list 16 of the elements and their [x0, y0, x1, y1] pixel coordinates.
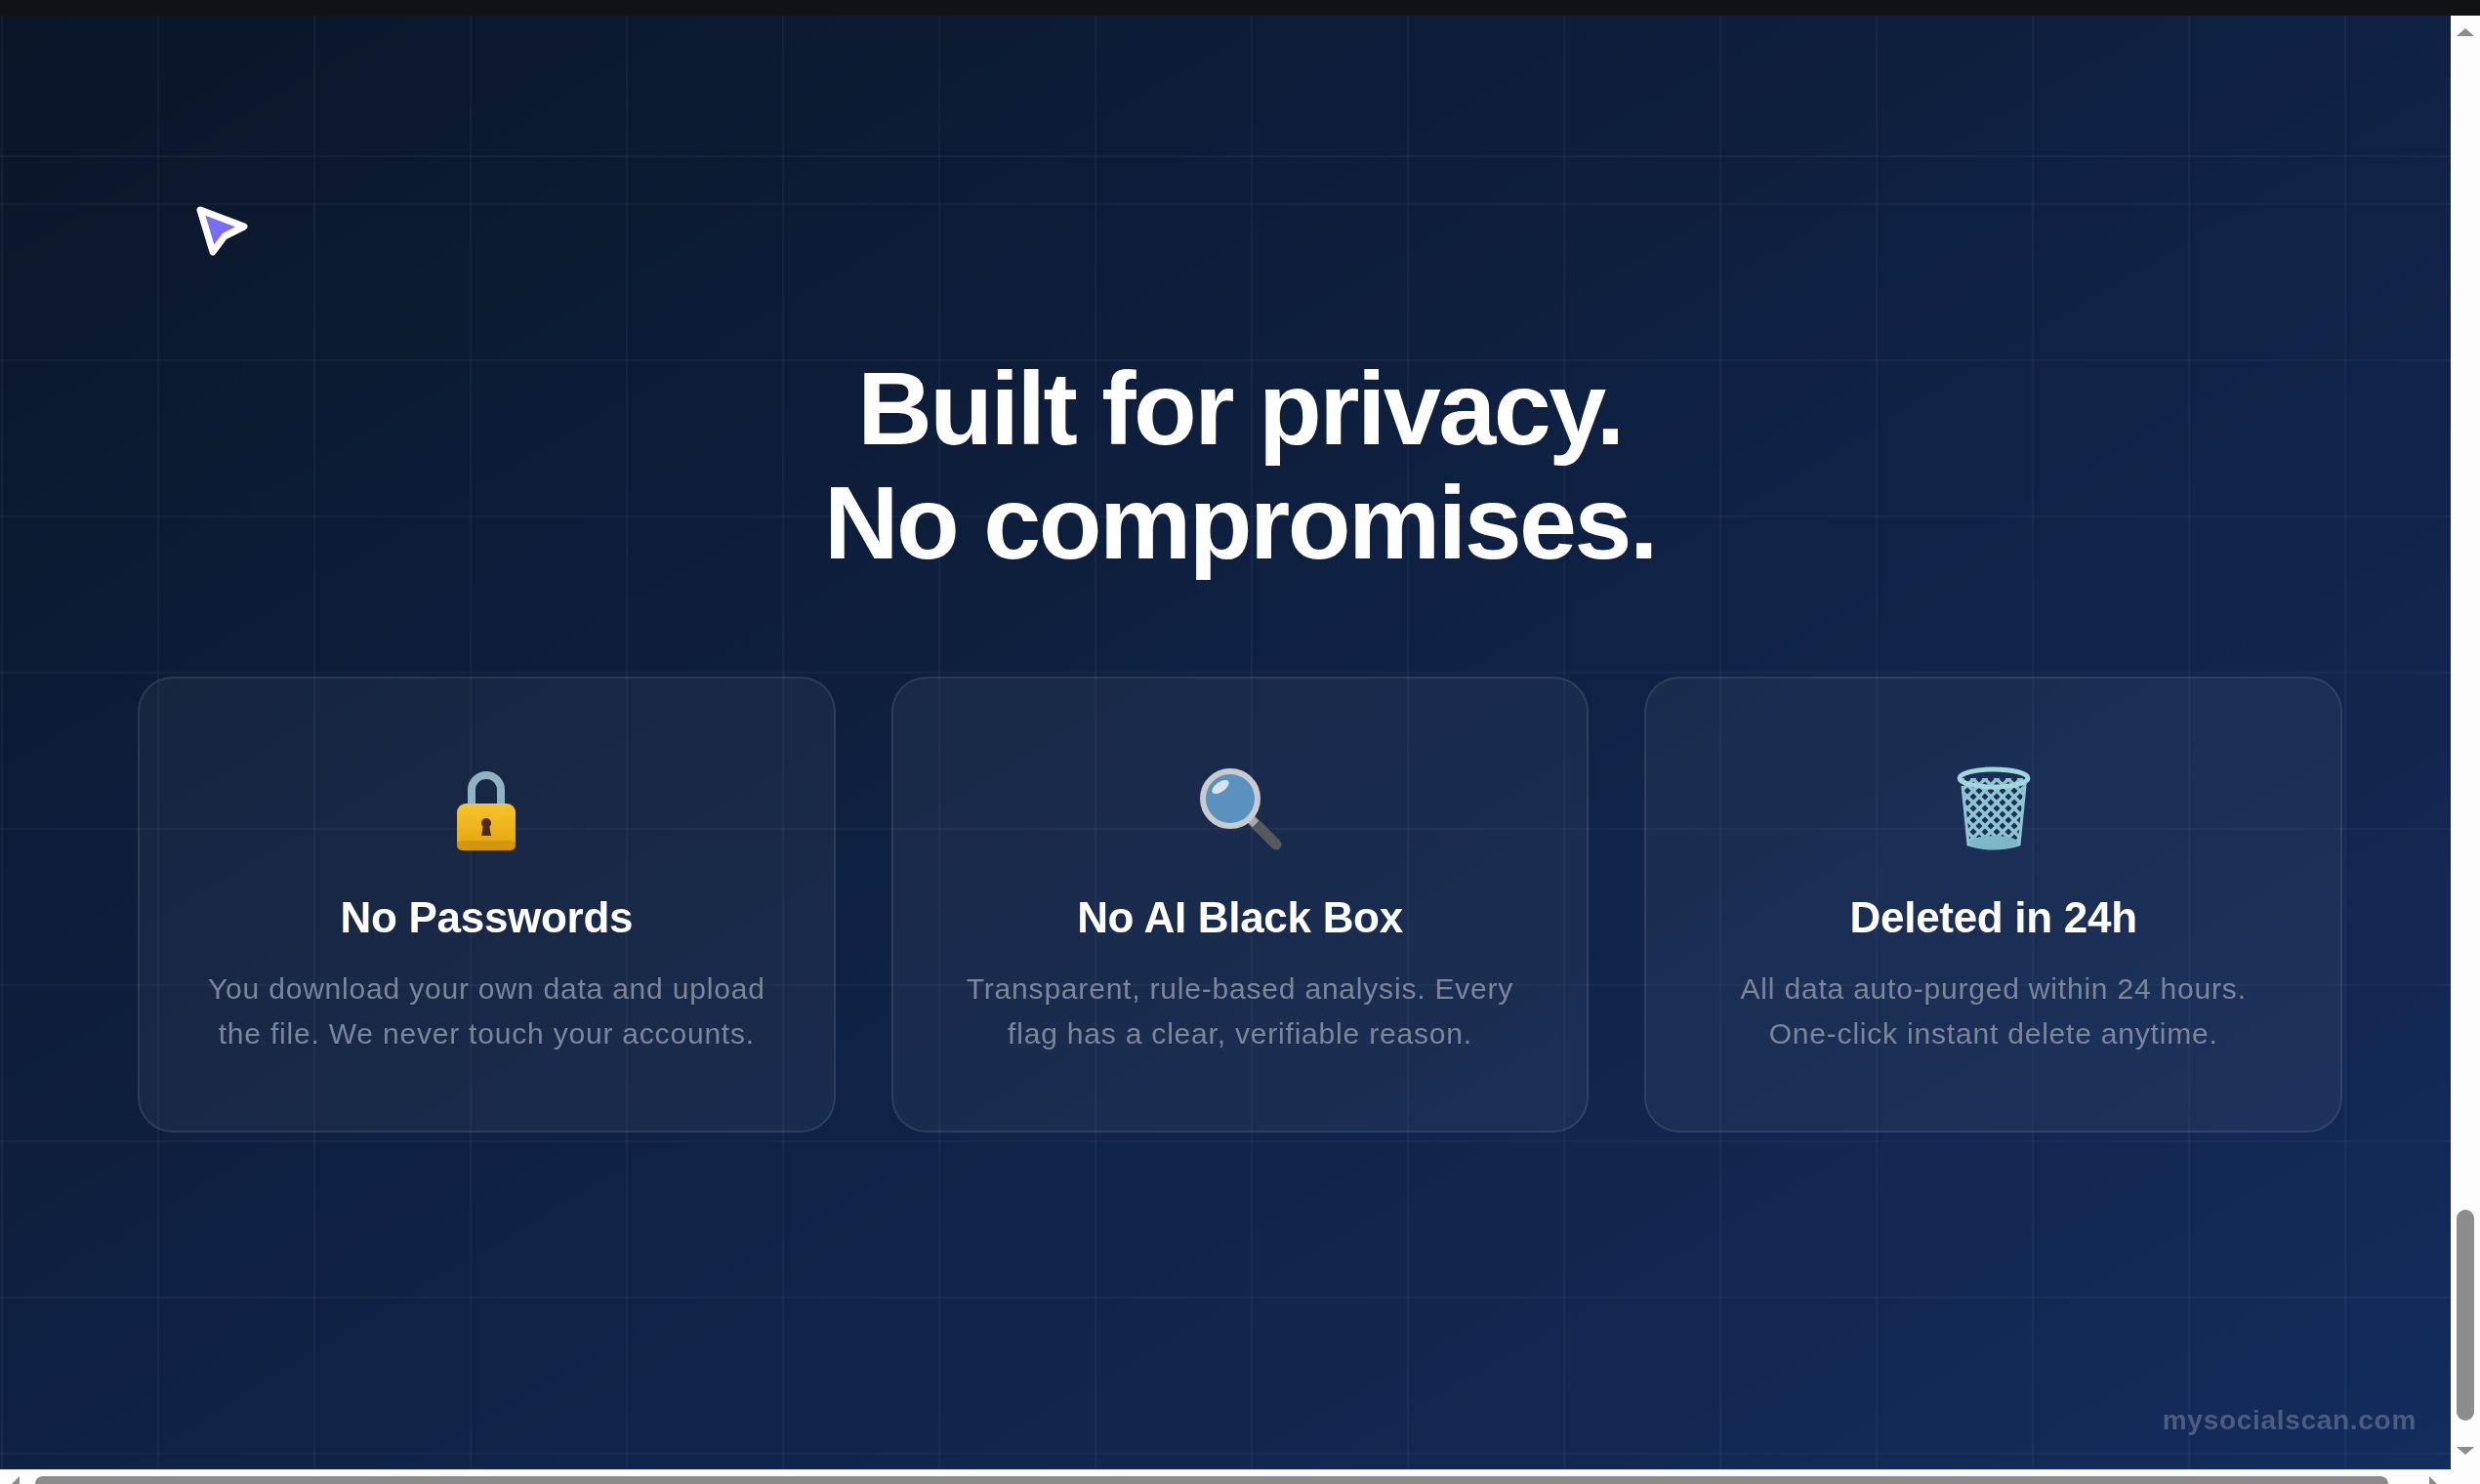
feature-title: No AI Black Box: [1077, 892, 1403, 944]
magnifying-glass-icon: [1197, 765, 1283, 852]
cursor-arrow-icon: [196, 206, 248, 256]
scrollbar-thumb[interactable]: [2457, 1210, 2474, 1421]
scrollbar-thumb[interactable]: [35, 1476, 2388, 1484]
feature-description: Transparent, rule-based analysis. Every flag has a clear, verifiable reason.: [965, 971, 1515, 1051]
caret-up-icon[interactable]: [2457, 28, 2474, 36]
feature-title: Deleted in 24h: [1849, 892, 2137, 944]
caret-right-icon[interactable]: [2429, 1476, 2437, 1484]
caret-down-icon[interactable]: [2457, 1447, 2474, 1455]
page-heading: Built for privacy. No compromises.: [824, 351, 1656, 580]
feature-description: All data auto-purged within 24 hours. One-click instant delete anytime.: [1739, 971, 2248, 1051]
padlock-icon: [457, 768, 517, 852]
caret-left-icon[interactable]: [12, 1476, 20, 1484]
feature-title: No Passwords: [340, 892, 634, 944]
feature-description: You download your own data and upload the file. We never touch your accounts.: [207, 971, 766, 1051]
